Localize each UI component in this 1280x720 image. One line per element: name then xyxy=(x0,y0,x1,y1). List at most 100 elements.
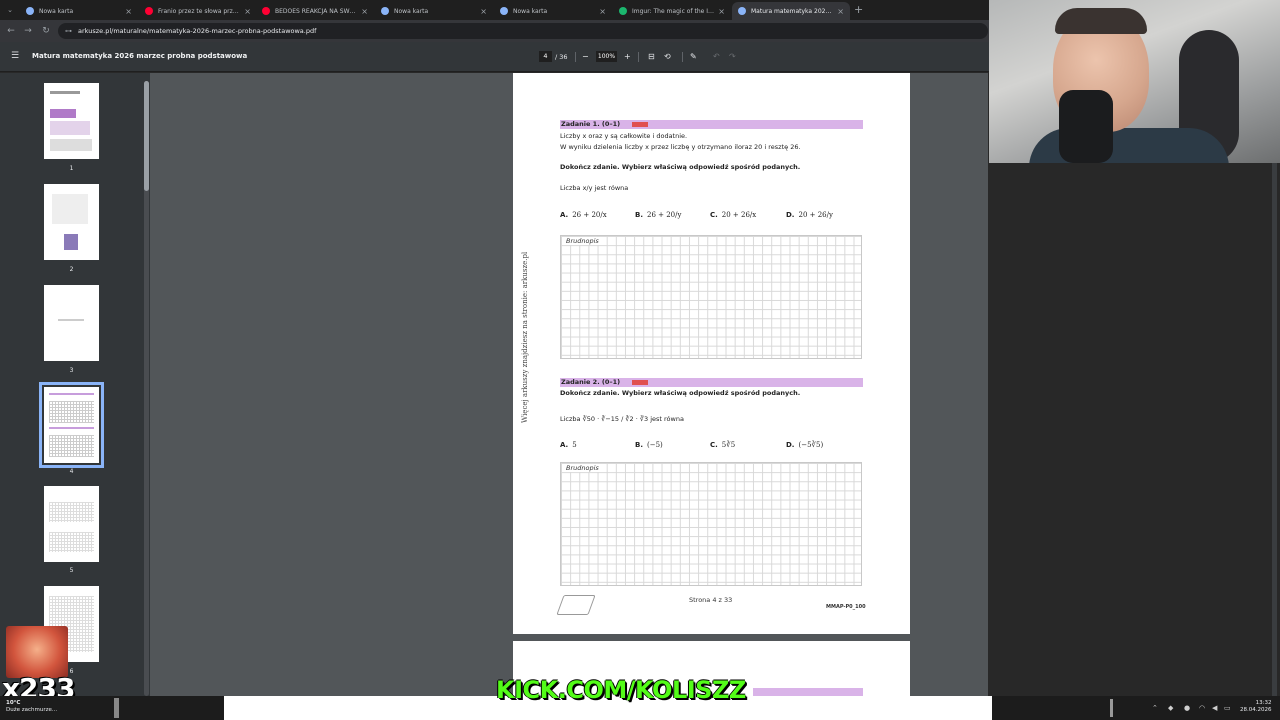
tray-app-icon[interactable]: ◆ xyxy=(1168,704,1173,712)
browser-tab[interactable]: Nowa karta × xyxy=(494,2,612,20)
menu-icon[interactable]: ☰ xyxy=(11,51,19,61)
reaction-avatar xyxy=(6,626,68,678)
redo-icon[interactable]: ↷ xyxy=(729,51,736,62)
option-letter: C. xyxy=(710,211,718,219)
page-footer-code: MMAP-P0_100 xyxy=(826,604,866,610)
task-1-option-c[interactable]: C. 20 + 26/x xyxy=(710,211,756,219)
browser-tab[interactable]: Franio przez te słowa przekreśl × xyxy=(139,2,257,20)
viewer-scrollbar[interactable] xyxy=(1272,73,1277,696)
tab-favicon-icon xyxy=(619,7,627,15)
task-2-header: Zadanie 2. (0–1) xyxy=(560,378,863,387)
address-url: arkusze.pl/maturalne/matematyka-2026-mar… xyxy=(78,27,317,35)
tab-search-icon[interactable]: ⌄ xyxy=(4,4,16,16)
close-tab-icon[interactable]: × xyxy=(244,7,251,16)
thumbnail-sidebar: 1 2 3 4 5 6 xyxy=(0,73,150,696)
site-info-icon[interactable]: ⊶ xyxy=(65,23,72,39)
taskbar-app-icon[interactable] xyxy=(1110,699,1113,717)
pdf-viewer[interactable]: Więcej arkuszy znajdziesz na stronie: ar… xyxy=(150,73,988,696)
page-thumbnail-3[interactable] xyxy=(44,285,99,361)
option-value: (−5∛5) xyxy=(798,441,824,449)
weather-widget[interactable]: 10°C Duże zachmurze... xyxy=(6,700,57,714)
close-tab-icon[interactable]: × xyxy=(599,7,606,16)
page-thumbnail-4[interactable] xyxy=(39,382,104,468)
zoom-in-icon[interactable]: + xyxy=(624,51,631,62)
page-thumbnail-5[interactable] xyxy=(44,486,99,562)
tab-title: BEDOES REAKCJA NA SWÓJ W xyxy=(275,7,358,15)
microphone-icon[interactable]: ● xyxy=(1184,704,1190,712)
streamer-hair xyxy=(1055,8,1147,34)
page-thumbnail-1[interactable] xyxy=(44,83,99,159)
points-box-icon xyxy=(632,379,649,385)
option-letter: A. xyxy=(560,211,569,219)
side-watermark-text: Więcej arkuszy znajdziesz na stronie: ar… xyxy=(521,251,529,423)
page-number-input[interactable]: 4 xyxy=(539,51,552,62)
option-value: 26 + 20/y xyxy=(647,211,682,219)
tab-title: Nowa karta xyxy=(394,7,429,15)
option-letter: B. xyxy=(635,211,643,219)
forward-icon[interactable]: → xyxy=(21,24,35,38)
close-tab-icon[interactable]: × xyxy=(837,7,844,16)
close-tab-icon[interactable]: × xyxy=(125,7,132,16)
wifi-icon[interactable]: ◠ xyxy=(1199,704,1205,712)
volume-icon[interactable]: ◀ xyxy=(1212,704,1217,712)
task-1-text-line: Liczby x oraz y są całkowite i dodatnie. xyxy=(560,132,688,140)
page-thumbnail-2[interactable] xyxy=(44,184,99,260)
thumbnail-number: 4 xyxy=(69,468,74,475)
tab-favicon-icon xyxy=(381,7,389,15)
close-tab-icon[interactable]: × xyxy=(480,7,487,16)
pdf-page-4: Więcej arkuszy znajdziesz na stronie: ar… xyxy=(513,73,910,634)
tab-favicon-icon xyxy=(738,7,746,15)
page-footer-number: Strona 4 z 33 xyxy=(689,596,733,604)
taskbar-app-icon[interactable] xyxy=(114,698,119,718)
clock-time: 13:32 xyxy=(1255,700,1272,706)
task-1-option-b[interactable]: B. 26 + 20/y xyxy=(635,211,681,219)
task-2-option-b[interactable]: B. (−5) xyxy=(635,441,663,449)
browser-tab[interactable]: Nowa karta × xyxy=(20,2,138,20)
new-tab-button[interactable]: + xyxy=(854,3,863,17)
task-1-option-a[interactable]: A. 26 + 20/x xyxy=(560,211,607,219)
page-total: / 36 xyxy=(555,53,568,61)
zoom-out-icon[interactable]: − xyxy=(582,51,589,62)
option-value: 20 + 26/x xyxy=(721,211,757,219)
task-2-question: Liczba ∛50 · ∛−15 / ∛2 · ∛3 jest równa xyxy=(560,415,684,423)
option-value: 5∛5 xyxy=(721,441,736,449)
browser-tab[interactable]: Imgur: The magic of the Intern× xyxy=(613,2,731,20)
publisher-logo-icon xyxy=(556,595,596,615)
rotate-icon[interactable]: ⟲ xyxy=(664,51,671,62)
browser-tab[interactable]: Nowa karta × xyxy=(375,2,493,20)
back-icon[interactable]: ← xyxy=(4,24,18,38)
kick-banner: KICK.COM/KOLISZZ xyxy=(496,676,746,704)
draft-label: Brudnopis xyxy=(564,464,601,472)
tray-chevron-icon[interactable]: ⌃ xyxy=(1152,704,1158,712)
task-2-option-c[interactable]: C. 5∛5 xyxy=(710,441,735,449)
tab-favicon-icon xyxy=(262,7,270,15)
close-tab-icon[interactable]: × xyxy=(718,7,725,16)
browser-tab[interactable]: Matura matematyka 2026 mar × xyxy=(732,2,850,20)
address-bar[interactable]: ⊶ arkusze.pl/maturalne/matematyka-2026-m… xyxy=(58,23,988,39)
tab-title: Nowa karta xyxy=(39,7,74,15)
draft-label: Brudnopis xyxy=(564,237,601,245)
option-value: (−5) xyxy=(647,441,663,449)
task-1-header: Zadanie 1. (0–1) xyxy=(560,120,863,129)
system-clock[interactable]: 13:32 28.04.2026 xyxy=(1240,700,1272,714)
battery-icon[interactable]: ▭ xyxy=(1224,704,1231,712)
tab-favicon-icon xyxy=(500,7,508,15)
browser-tab[interactable]: BEDOES REAKCJA NA SWÓJ W × xyxy=(256,2,374,20)
task-2-option-d[interactable]: D. (−5∛5) xyxy=(786,441,823,449)
draft-grid: Brudnopis xyxy=(560,462,862,586)
option-letter: D. xyxy=(786,211,795,219)
task-1-option-d[interactable]: D. 20 + 26/y xyxy=(786,211,833,219)
option-value: 5 xyxy=(572,441,577,449)
task-1-text-line: W wyniku dzielenia liczby x przez liczbę… xyxy=(560,143,801,151)
annotate-icon[interactable]: ✎ xyxy=(690,51,697,62)
undo-icon[interactable]: ↶ xyxy=(713,51,720,62)
thumbnail-number: 2 xyxy=(69,266,74,273)
fit-page-icon[interactable]: ⊟ xyxy=(648,51,655,62)
task-2-option-a[interactable]: A. 5 xyxy=(560,441,577,449)
sidebar-scrollbar[interactable] xyxy=(144,81,149,191)
option-letter: B. xyxy=(635,441,643,449)
zoom-input[interactable]: 100% xyxy=(596,51,617,62)
close-tab-icon[interactable]: × xyxy=(361,7,368,16)
reload-icon[interactable]: ↻ xyxy=(39,24,53,38)
toolbar-divider xyxy=(682,52,683,62)
